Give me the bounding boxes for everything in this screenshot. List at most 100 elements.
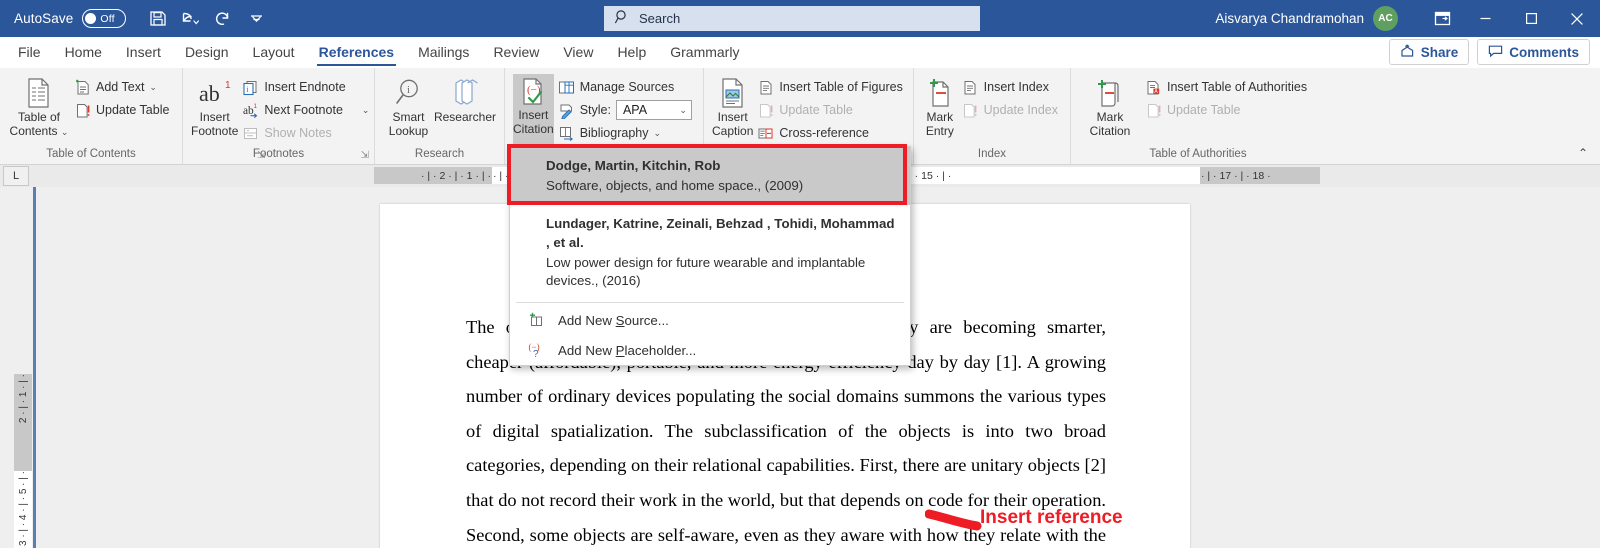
add-new-source-icon [526, 312, 546, 329]
tab-review[interactable]: Review [481, 37, 551, 68]
toc-commands: Add Text ⌄ Update Table [70, 74, 173, 121]
smart-lookup-icon: i [393, 76, 423, 110]
group-body-captions: Insert Caption Insert Table of Figures [704, 72, 913, 147]
cross-reference-button[interactable]: Cross-reference [753, 122, 906, 144]
researcher-button[interactable]: Researcher [434, 74, 496, 124]
add-text-button[interactable]: Add Text ⌄ [70, 76, 173, 98]
insert-caption-icon [718, 76, 748, 110]
bibliography-icon [558, 125, 575, 142]
tab-layout[interactable]: Layout [241, 37, 307, 68]
tab-selector-button[interactable]: L [3, 166, 29, 186]
tab-file[interactable]: File [6, 37, 53, 68]
update-table-figures-button: Update Table [753, 99, 906, 121]
update-table-icon [1145, 102, 1162, 119]
minimize-button[interactable] [1462, 0, 1508, 37]
comments-button[interactable]: Comments [1477, 39, 1590, 65]
svg-text:1: 1 [254, 103, 258, 110]
citation-source-item-1[interactable]: Dodge, Martin, Kitchin, Rob Software, ob… [510, 147, 910, 205]
insert-endnote-button[interactable]: i Insert Endnote [238, 76, 373, 98]
vertical-ruler-edge [33, 187, 36, 548]
insert-table-of-figures-button[interactable]: Insert Table of Figures [753, 76, 906, 98]
close-button[interactable] [1554, 0, 1600, 37]
bibliography-button[interactable]: Bibliography ⌄ [554, 122, 696, 144]
group-body-index: Mark Entry Insert Index Update In [914, 72, 1070, 147]
tab-grammarly[interactable]: Grammarly [658, 37, 751, 68]
collapse-ribbon-button[interactable]: ⌃ [1578, 146, 1588, 160]
avatar[interactable]: AC [1373, 6, 1398, 31]
mark-entry-label-1: Mark [926, 110, 953, 124]
chevron-down-icon: ⌄ [149, 82, 157, 93]
tab-view[interactable]: View [551, 37, 605, 68]
tab-design[interactable]: Design [173, 37, 241, 68]
style-label: Style: [580, 103, 611, 117]
group-label-index: Index [914, 147, 1070, 164]
save-icon[interactable] [142, 5, 172, 33]
next-footnote-button[interactable]: ab1 Next Footnote ⌄ [238, 99, 373, 121]
share-button[interactable]: Share [1389, 39, 1470, 65]
insert-index-button[interactable]: Insert Index [958, 76, 1062, 98]
update-table-toc-button[interactable]: Update Table [70, 99, 173, 121]
insert-citation-icon: (−) [517, 76, 549, 108]
tab-insert[interactable]: Insert [114, 37, 173, 68]
word-window: AutoSave Off Document8 - W [0, 0, 1600, 548]
redo-icon[interactable] [208, 5, 238, 33]
tab-references[interactable]: References [307, 37, 407, 68]
add-new-placeholder-menu-item[interactable]: (−)? Add New Placeholder... [510, 335, 910, 365]
insert-citation-menu[interactable]: Dodge, Martin, Kitchin, Rob Software, ob… [509, 146, 911, 366]
insert-table-of-authorities-button[interactable]: A Insert Table of Authorities [1141, 76, 1311, 98]
ribbon-display-options-icon[interactable] [1422, 0, 1462, 37]
add-new-source-label: Add New Source... [558, 313, 669, 328]
manage-sources-button[interactable]: Manage Sources [554, 76, 696, 98]
citation-style-select[interactable]: APA ⌄ [616, 100, 692, 120]
insert-footnote-icon: ab1 [195, 76, 235, 110]
ribbon-tab-strip: File Home Insert Design Layout Reference… [0, 37, 1600, 68]
maximize-button[interactable] [1508, 0, 1554, 37]
insert-footnote-label-2: Footnote [191, 124, 238, 138]
bibliography-label: Bibliography [580, 126, 649, 140]
comment-icon [1488, 44, 1503, 61]
smart-lookup-label-1: Smart [392, 110, 424, 124]
comments-label: Comments [1509, 45, 1579, 60]
autosave-toggle[interactable]: Off [82, 9, 126, 28]
footnotes-dialog-launcher-icon[interactable]: ⇲ [361, 148, 369, 163]
insert-footnote-button[interactable]: ab1 Insert Footnote [191, 74, 238, 138]
tab-mailings[interactable]: Mailings [406, 37, 481, 68]
mark-entry-label-2: Entry [926, 124, 954, 138]
tab-strip-actions: Share Comments [1389, 39, 1590, 65]
vertical-ruler[interactable]: 2 · | · 1 · | · · | · 1 · | · 2 · | · 3 … [14, 374, 32, 548]
search-box[interactable]: Search [604, 6, 980, 31]
table-of-contents-label-1: Table of [18, 110, 60, 124]
tab-home[interactable]: Home [53, 37, 114, 68]
table-of-contents-icon [24, 76, 54, 110]
insert-citation-button[interactable]: (−) Insert Citation ⌄ [513, 74, 554, 156]
research-dialog-launcher-icon[interactable]: ⇲ [257, 148, 265, 163]
smart-lookup-button[interactable]: i Smart Lookup [383, 74, 434, 138]
quick-access-toolbar [142, 5, 271, 33]
citation-source-item-2[interactable]: Lundager, Katrine, Zeinali, Behzad , Toh… [510, 205, 910, 300]
user-name: Aisvarya Chandramohan [1215, 11, 1364, 26]
index-commands: Insert Index Update Index [958, 74, 1062, 121]
mark-citation-button[interactable]: Mark Citation [1079, 74, 1141, 138]
citation-style-row[interactable]: Style: APA ⌄ [554, 99, 696, 121]
group-body-research: i Smart Lookup Researcher [375, 72, 504, 147]
share-label: Share [1421, 45, 1459, 60]
add-new-source-menu-item[interactable]: Add New Source... [510, 305, 910, 335]
tab-help[interactable]: Help [605, 37, 658, 68]
svg-text:ab: ab [243, 104, 254, 116]
group-body-table-of-contents: Table of Contents ⌄ Add Text ⌄ [0, 72, 182, 147]
insert-index-icon [962, 79, 979, 96]
citation-commands: Manage Sources Style: APA ⌄ [554, 74, 696, 144]
insert-caption-button[interactable]: Insert Caption [712, 74, 753, 138]
ruler-right-margin: · | · 17 · | · 18 · [1200, 167, 1320, 184]
mark-entry-button[interactable]: Mark Entry [922, 74, 958, 138]
svg-text:i: i [407, 84, 410, 96]
undo-icon[interactable] [175, 5, 205, 33]
citation-authors: Dodge, Martin, Kitchin, Rob [546, 156, 896, 175]
table-of-contents-button[interactable]: Table of Contents ⌄ [8, 74, 70, 139]
insert-table-of-figures-icon [757, 79, 774, 96]
update-table-icon [757, 102, 774, 119]
insert-caption-label-2: Caption [712, 124, 753, 138]
customize-qat-icon[interactable] [241, 5, 271, 33]
update-index-label: Update Index [984, 103, 1058, 117]
caption-commands: Insert Table of Figures Update Table Cro… [753, 74, 906, 144]
